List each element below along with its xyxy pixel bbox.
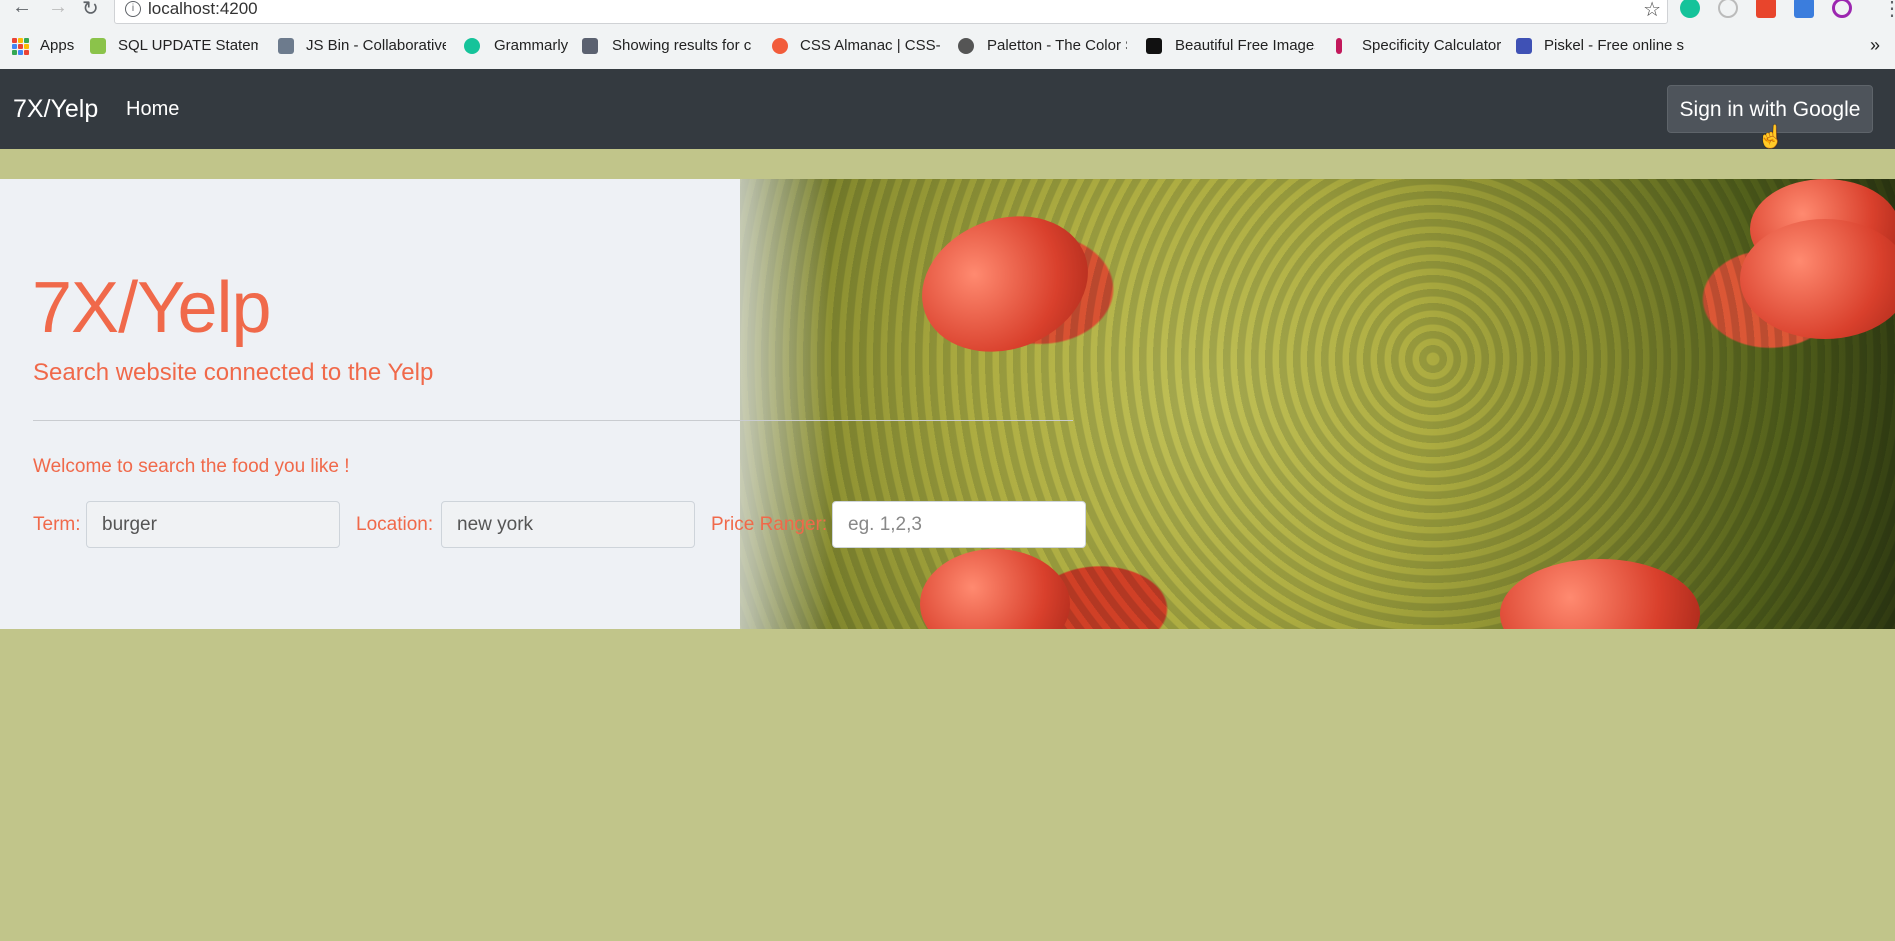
bookmark-favicon <box>1336 38 1342 54</box>
hero-title: 7X/Yelp <box>32 268 272 348</box>
bookmark-favicon <box>278 38 294 54</box>
apps-icon[interactable] <box>12 38 29 55</box>
tomato-slice <box>902 193 1108 375</box>
pasta-salad-image <box>740 179 1895 629</box>
location-input[interactable]: new york <box>441 501 695 548</box>
bookmark-favicon <box>464 38 480 54</box>
extension-icon[interactable] <box>1832 0 1852 18</box>
navbar-brand[interactable]: 7X/Yelp <box>13 95 98 124</box>
hero-subtitle: Search website connected to the Yelp <box>33 359 434 386</box>
evernote-extension-icon[interactable] <box>1756 0 1776 18</box>
address-bar[interactable]: i localhost:4200 ☆ <box>114 0 1668 24</box>
bookmark-item[interactable]: Beautiful Free Images <box>1175 37 1315 54</box>
bookmark-favicon <box>772 38 788 54</box>
bookmark-item[interactable]: Paletton - The Color S <box>987 37 1127 54</box>
info-icon[interactable]: i <box>125 1 141 17</box>
bookmark-favicon <box>1516 38 1532 54</box>
divider <box>33 420 1073 421</box>
bookmark-favicon <box>90 38 106 54</box>
forward-icon[interactable]: → <box>48 0 68 19</box>
bookmark-apps[interactable]: Apps <box>40 37 74 54</box>
term-label: Term: <box>33 514 81 535</box>
more-bookmarks-icon[interactable]: » <box>1870 35 1880 56</box>
term-input[interactable]: burger <box>86 501 340 548</box>
bookmark-favicon <box>958 38 974 54</box>
pointer-cursor-icon: ☝ <box>1757 124 1785 149</box>
reload-icon[interactable]: ↻ <box>82 0 99 21</box>
bookmark-item[interactable]: Showing results for c <box>612 37 752 54</box>
nav-home-link[interactable]: Home <box>126 98 179 121</box>
navbar: 7X/Yelp Home Sign in with Google <box>0 69 1895 149</box>
bookmark-item[interactable]: Piskel - Free online sp <box>1544 37 1684 54</box>
off-extension-icon[interactable] <box>1794 0 1814 18</box>
back-icon[interactable]: ← <box>12 0 32 19</box>
tomato-slice <box>1740 219 1895 339</box>
hero-jumbotron: 7X/Yelp Search website connected to the … <box>0 179 1895 629</box>
menu-icon[interactable]: ⋮ <box>1882 0 1895 21</box>
bookmark-item[interactable]: Specificity Calculator <box>1362 37 1512 54</box>
extension-icon[interactable] <box>1718 0 1738 18</box>
bookmark-favicon <box>1146 38 1162 54</box>
bookmark-star-icon[interactable]: ☆ <box>1643 0 1661 22</box>
price-range-input[interactable]: eg. 1,2,3 <box>832 501 1086 548</box>
price-range-label: Price Ranger: <box>711 514 828 535</box>
bookmark-item[interactable]: JS Bin - Collaborative <box>306 37 446 54</box>
bookmark-favicon <box>582 38 598 54</box>
tomato-slice <box>1500 559 1700 629</box>
address-url[interactable]: localhost:4200 <box>148 0 258 19</box>
bookmarks-bar: Apps SQL UPDATE Stateme JS Bin - Collabo… <box>0 33 1895 59</box>
location-label: Location: <box>356 514 434 535</box>
tomato-slice <box>920 549 1070 629</box>
grammarly-extension-icon[interactable] <box>1680 0 1700 18</box>
welcome-text: Welcome to search the food you like ! <box>33 456 350 477</box>
bookmark-item[interactable]: CSS Almanac | CSS-Tr <box>800 37 940 54</box>
bookmark-item[interactable]: Grammarly <box>494 37 584 54</box>
browser-toolbar: ← → ↻ i localhost:4200 ☆ ⋮ Apps SQL UPDA… <box>0 0 1895 70</box>
bookmark-item[interactable]: SQL UPDATE Stateme <box>118 37 258 54</box>
image-fade <box>690 179 830 629</box>
